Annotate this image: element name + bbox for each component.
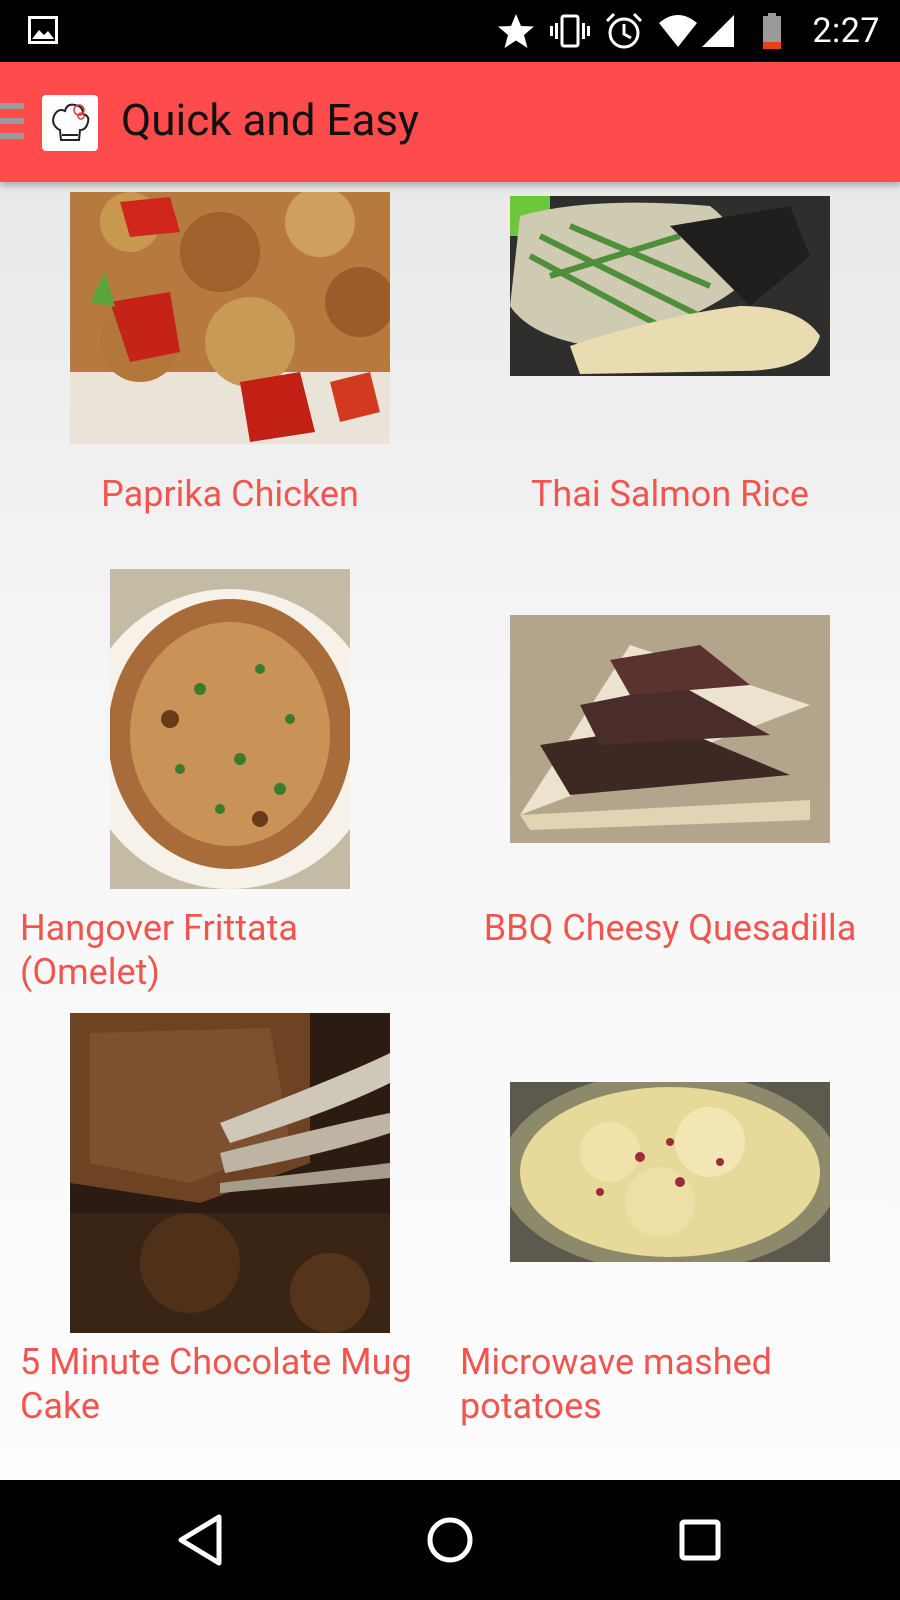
wifi-icon — [659, 15, 698, 47]
home-icon[interactable] — [420, 1510, 480, 1570]
gallery-icon — [28, 16, 58, 44]
status-bar: 2:27 — [0, 0, 900, 62]
recipe-title[interactable]: BBQ Cheesy Quesadilla — [450, 906, 890, 950]
page-title: Quick and Easy — [121, 94, 419, 146]
vibrate-icon — [550, 14, 591, 48]
recipe-grid: Paprika Chicken Thai Salmon Rice Hangove… — [0, 182, 900, 1480]
recipe-title[interactable]: Hangover Frittata (Omelet) — [20, 906, 440, 994]
signal-icon — [702, 15, 735, 47]
recipe-title[interactable]: Paprika Chicken — [10, 472, 450, 516]
recipe-title[interactable]: Microwave mashed potatoes — [460, 1340, 880, 1428]
navigation-bar — [0, 1480, 900, 1600]
recents-icon[interactable] — [670, 1510, 730, 1570]
recipe-image-thai-salmon-rice[interactable] — [510, 196, 830, 376]
hamburger-icon[interactable] — [0, 103, 24, 141]
star-icon — [498, 14, 535, 48]
recipe-title[interactable]: Thai Salmon Rice — [450, 472, 890, 516]
chef-hat-logo[interactable] — [42, 95, 98, 151]
back-icon[interactable] — [170, 1510, 230, 1570]
recipe-image-bbq-quesadilla[interactable] — [510, 615, 830, 843]
recipe-image-hangover-frittata[interactable] — [110, 569, 350, 889]
alarm-icon — [606, 12, 643, 49]
battery-icon — [763, 13, 782, 49]
recipe-image-paprika-chicken[interactable] — [70, 192, 390, 444]
clock-time: 2:27 — [812, 11, 880, 51]
recipe-image-mashed-potatoes[interactable] — [510, 1082, 830, 1262]
app-bar: Quick and Easy — [0, 62, 900, 182]
recipe-title[interactable]: 5 Minute Chocolate Mug Cake — [20, 1340, 440, 1428]
recipe-image-chocolate-mug-cake[interactable] — [70, 1013, 390, 1333]
